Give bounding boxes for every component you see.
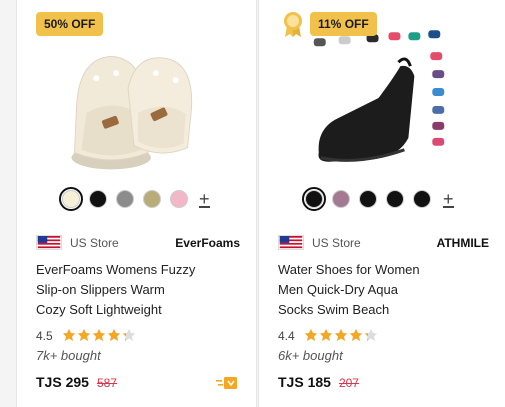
product-image[interactable] bbox=[259, 18, 505, 178]
product-card[interactable]: 11% OFF + US Store ATHMILE Water Shoes f… bbox=[258, 0, 505, 407]
color-swatches: + bbox=[259, 187, 505, 212]
title-line: Socks Swim Beach bbox=[278, 302, 390, 317]
store-label: US Store bbox=[312, 236, 361, 250]
store-label: US Store bbox=[70, 236, 119, 250]
us-flag-icon bbox=[278, 235, 304, 250]
old-price: 207 bbox=[338, 376, 359, 390]
brand-name[interactable]: ATHMILE bbox=[437, 236, 489, 250]
title-line: Slip-on Slippers Warm bbox=[36, 282, 165, 297]
discount-badge: 11% OFF bbox=[310, 12, 377, 36]
rating-value: 4.4 bbox=[278, 329, 295, 343]
title-line: EverFoams Womens Fuzzy bbox=[36, 262, 196, 277]
color-swatch[interactable] bbox=[59, 187, 83, 211]
color-swatch[interactable] bbox=[116, 190, 134, 208]
title-line: Cozy Soft Lightweight bbox=[36, 302, 162, 317]
bought-count: 6k+ bought bbox=[278, 348, 343, 363]
star-rating-icon bbox=[63, 329, 135, 341]
brand-name[interactable]: EverFoams bbox=[175, 236, 240, 250]
bought-count: 7k+ bought bbox=[36, 348, 101, 363]
color-swatches: + bbox=[17, 187, 256, 212]
color-swatch[interactable] bbox=[359, 190, 377, 208]
price-row: TJS 185 207 bbox=[278, 374, 359, 390]
color-swatch[interactable] bbox=[89, 190, 107, 208]
title-line: Men Quick-Dry Aqua bbox=[278, 282, 398, 297]
discount-badge: 50% OFF bbox=[36, 12, 104, 36]
old-price: 587 bbox=[96, 376, 117, 390]
title-line: Water Shoes for Women bbox=[278, 262, 420, 277]
current-price: TJS 185 bbox=[278, 374, 331, 390]
more-colors-button[interactable]: + bbox=[199, 188, 210, 209]
medal-icon bbox=[284, 12, 302, 37]
color-swatch[interactable] bbox=[386, 190, 404, 208]
color-swatch[interactable] bbox=[332, 190, 350, 208]
more-colors-button[interactable]: + bbox=[443, 188, 454, 209]
store-row: US Store EverFoams bbox=[36, 234, 240, 252]
express-delivery-icon bbox=[216, 377, 237, 389]
product-title[interactable]: EverFoams Womens Fuzzy Slip-on Slippers … bbox=[36, 260, 244, 320]
price-row: TJS 295 587 bbox=[36, 374, 117, 390]
color-swatch[interactable] bbox=[302, 187, 326, 211]
product-image[interactable] bbox=[17, 18, 256, 178]
product-grid: 50% OFF + US Store EverFoams EverFoams W… bbox=[0, 0, 505, 407]
star-rating-icon bbox=[305, 329, 377, 341]
color-swatch[interactable] bbox=[143, 190, 161, 208]
color-swatch[interactable] bbox=[413, 190, 431, 208]
us-flag-icon bbox=[36, 235, 62, 250]
color-swatch[interactable] bbox=[170, 190, 188, 208]
rating-value: 4.5 bbox=[36, 329, 53, 343]
store-row: US Store ATHMILE bbox=[278, 234, 489, 252]
product-title[interactable]: Water Shoes for Women Men Quick-Dry Aqua… bbox=[278, 260, 493, 320]
product-card[interactable]: 50% OFF + US Store EverFoams EverFoams W… bbox=[16, 0, 257, 407]
current-price: TJS 295 bbox=[36, 374, 89, 390]
